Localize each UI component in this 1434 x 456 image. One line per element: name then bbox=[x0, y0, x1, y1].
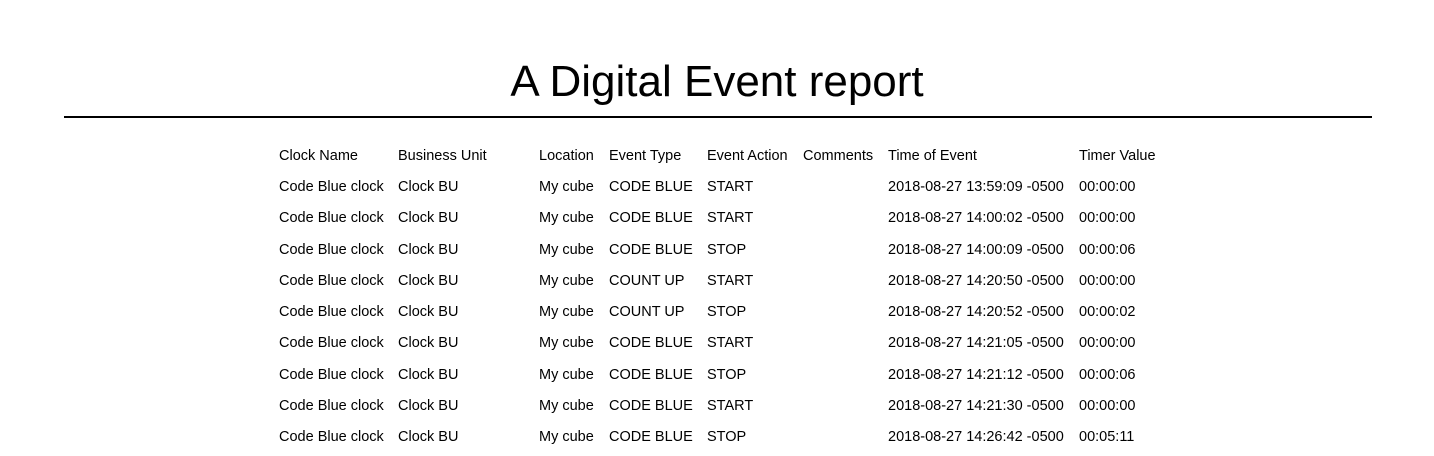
clock-name-cell: Code Blue clock bbox=[279, 272, 384, 289]
time-of-event-cell: 2018-08-27 14:00:02 -0500 bbox=[888, 210, 1064, 227]
event-type-cell: CODE BLUE bbox=[609, 335, 693, 352]
event-type-cell: CODE BLUE bbox=[609, 210, 693, 227]
business-unit-cell: Clock BU bbox=[398, 335, 459, 352]
event-type-cell: CODE BLUE bbox=[609, 398, 693, 415]
header-clock-name: Clock Name bbox=[279, 147, 358, 164]
timer-value-cell: 00:00:00 bbox=[1079, 210, 1136, 227]
clock-name-cell: Code Blue clock bbox=[279, 210, 384, 227]
clock-name-cell: Code Blue clock bbox=[279, 429, 384, 446]
table-row: Code Blue clock Clock BU My cube COUNT UP ST… bbox=[277, 296, 1167, 327]
event-action-cell: STOP bbox=[707, 366, 747, 383]
comments-cell bbox=[801, 265, 886, 296]
table-header-row: Clock Name Business Unit Location Event … bbox=[277, 140, 1167, 171]
location-cell: My cube bbox=[539, 241, 594, 258]
timer-value-cell: 00:00:00 bbox=[1079, 272, 1136, 289]
clock-name-cell: Code Blue clock bbox=[279, 304, 384, 321]
business-unit-cell: Clock BU bbox=[398, 241, 459, 258]
location-cell: My cube bbox=[539, 272, 594, 289]
event-action-cell: START bbox=[707, 398, 754, 415]
table-row: Code Blue clock Clock BU My cube COUNT UP ST… bbox=[277, 265, 1167, 296]
title-divider bbox=[64, 116, 1372, 118]
location-cell: My cube bbox=[539, 304, 594, 321]
clock-name-cell: Code Blue clock bbox=[279, 241, 384, 258]
clock-name-cell: Code Blue clock bbox=[279, 366, 384, 383]
clock-name-cell: Code Blue clock bbox=[279, 398, 384, 415]
business-unit-cell: Clock BU bbox=[398, 210, 459, 227]
time-of-event-cell: 2018-08-27 14:00:09 -0500 bbox=[888, 241, 1064, 258]
comments-cell bbox=[801, 328, 886, 359]
clock-name-cell: Code Blue clock bbox=[279, 335, 384, 352]
timer-value-cell: 00:00:06 bbox=[1079, 366, 1136, 383]
table-row: Code Blue clock Clock BU My cube CODE BLUE S… bbox=[277, 203, 1167, 234]
table-body: Code Blue clock Clock BU My cube CODE BLUE S… bbox=[277, 171, 1167, 453]
clock-name-cell: Code Blue clock bbox=[279, 178, 384, 195]
event-report-table: Clock Name Business Unit Location Event … bbox=[277, 140, 1167, 453]
event-action-cell: STOP bbox=[707, 241, 747, 258]
event-action-cell: START bbox=[707, 178, 754, 195]
table-row: Code Blue clock Clock BU My cube CODE BLUE S… bbox=[277, 328, 1167, 359]
location-cell: My cube bbox=[539, 210, 594, 227]
table-row: Code Blue clock Clock BU My cube CODE BLUE S… bbox=[277, 171, 1167, 202]
business-unit-cell: Clock BU bbox=[398, 272, 459, 289]
event-action-cell: START bbox=[707, 335, 754, 352]
comments-cell bbox=[801, 203, 886, 234]
event-action-cell: STOP bbox=[707, 429, 747, 446]
event-type-cell: CODE BLUE bbox=[609, 178, 693, 195]
business-unit-cell: Clock BU bbox=[398, 366, 459, 383]
event-type-cell: CODE BLUE bbox=[609, 429, 693, 446]
comments-cell bbox=[801, 171, 886, 202]
header-event-type: Event Type bbox=[609, 147, 682, 164]
event-action-cell: START bbox=[707, 272, 754, 289]
event-type-cell: COUNT UP bbox=[609, 304, 685, 321]
time-of-event-cell: 2018-08-27 14:21:30 -0500 bbox=[888, 398, 1064, 415]
timer-value-cell: 00:00:00 bbox=[1079, 398, 1136, 415]
event-action-cell: START bbox=[707, 210, 754, 227]
comments-cell bbox=[801, 234, 886, 265]
location-cell: My cube bbox=[539, 366, 594, 383]
header-business-unit: Business Unit bbox=[398, 147, 487, 164]
location-cell: My cube bbox=[539, 429, 594, 446]
comments-cell bbox=[801, 390, 886, 421]
business-unit-cell: Clock BU bbox=[398, 178, 459, 195]
time-of-event-cell: 2018-08-27 14:26:42 -0500 bbox=[888, 429, 1064, 446]
time-of-event-cell: 2018-08-27 14:20:50 -0500 bbox=[888, 272, 1064, 289]
business-unit-cell: Clock BU bbox=[398, 398, 459, 415]
timer-value-cell: 00:00:00 bbox=[1079, 178, 1136, 195]
time-of-event-cell: 2018-08-27 14:21:05 -0500 bbox=[888, 335, 1064, 352]
location-cell: My cube bbox=[539, 178, 594, 195]
timer-value-cell: 00:00:02 bbox=[1079, 304, 1136, 321]
event-action-cell: STOP bbox=[707, 304, 747, 321]
time-of-event-cell: 2018-08-27 14:21:12 -0500 bbox=[888, 366, 1064, 383]
table-row: Code Blue clock Clock BU My cube CODE BLUE S… bbox=[277, 390, 1167, 421]
table-row: Code Blue clock Clock BU My cube CODE BLUE S… bbox=[277, 234, 1167, 265]
business-unit-cell: Clock BU bbox=[398, 429, 459, 446]
event-type-cell: COUNT UP bbox=[609, 272, 685, 289]
comments-cell bbox=[801, 359, 886, 390]
time-of-event-cell: 2018-08-27 13:59:09 -0500 bbox=[888, 178, 1064, 195]
header-location: Location bbox=[539, 147, 594, 164]
location-cell: My cube bbox=[539, 398, 594, 415]
table-row: Code Blue clock Clock BU My cube CODE BLUE S… bbox=[277, 422, 1167, 453]
time-of-event-cell: 2018-08-27 14:20:52 -0500 bbox=[888, 304, 1064, 321]
business-unit-cell: Clock BU bbox=[398, 304, 459, 321]
header-comments: Comments bbox=[803, 147, 874, 164]
event-type-cell: CODE BLUE bbox=[609, 366, 693, 383]
table-row: Code Blue clock Clock BU My cube CODE BLUE S… bbox=[277, 359, 1167, 390]
event-type-cell: CODE BLUE bbox=[609, 241, 693, 258]
header-timer-value: Timer Value bbox=[1079, 147, 1156, 164]
report-title: A Digital Event report bbox=[510, 57, 924, 106]
timer-value-cell: 00:05:11 bbox=[1079, 429, 1135, 446]
comments-cell bbox=[801, 296, 886, 327]
location-cell: My cube bbox=[539, 335, 594, 352]
header-event-action: Event Action bbox=[707, 147, 788, 164]
timer-value-cell: 00:00:00 bbox=[1079, 335, 1136, 352]
comments-cell bbox=[801, 422, 886, 453]
timer-value-cell: 00:00:06 bbox=[1079, 241, 1136, 258]
header-time-of-event: Time of Event bbox=[888, 147, 977, 164]
